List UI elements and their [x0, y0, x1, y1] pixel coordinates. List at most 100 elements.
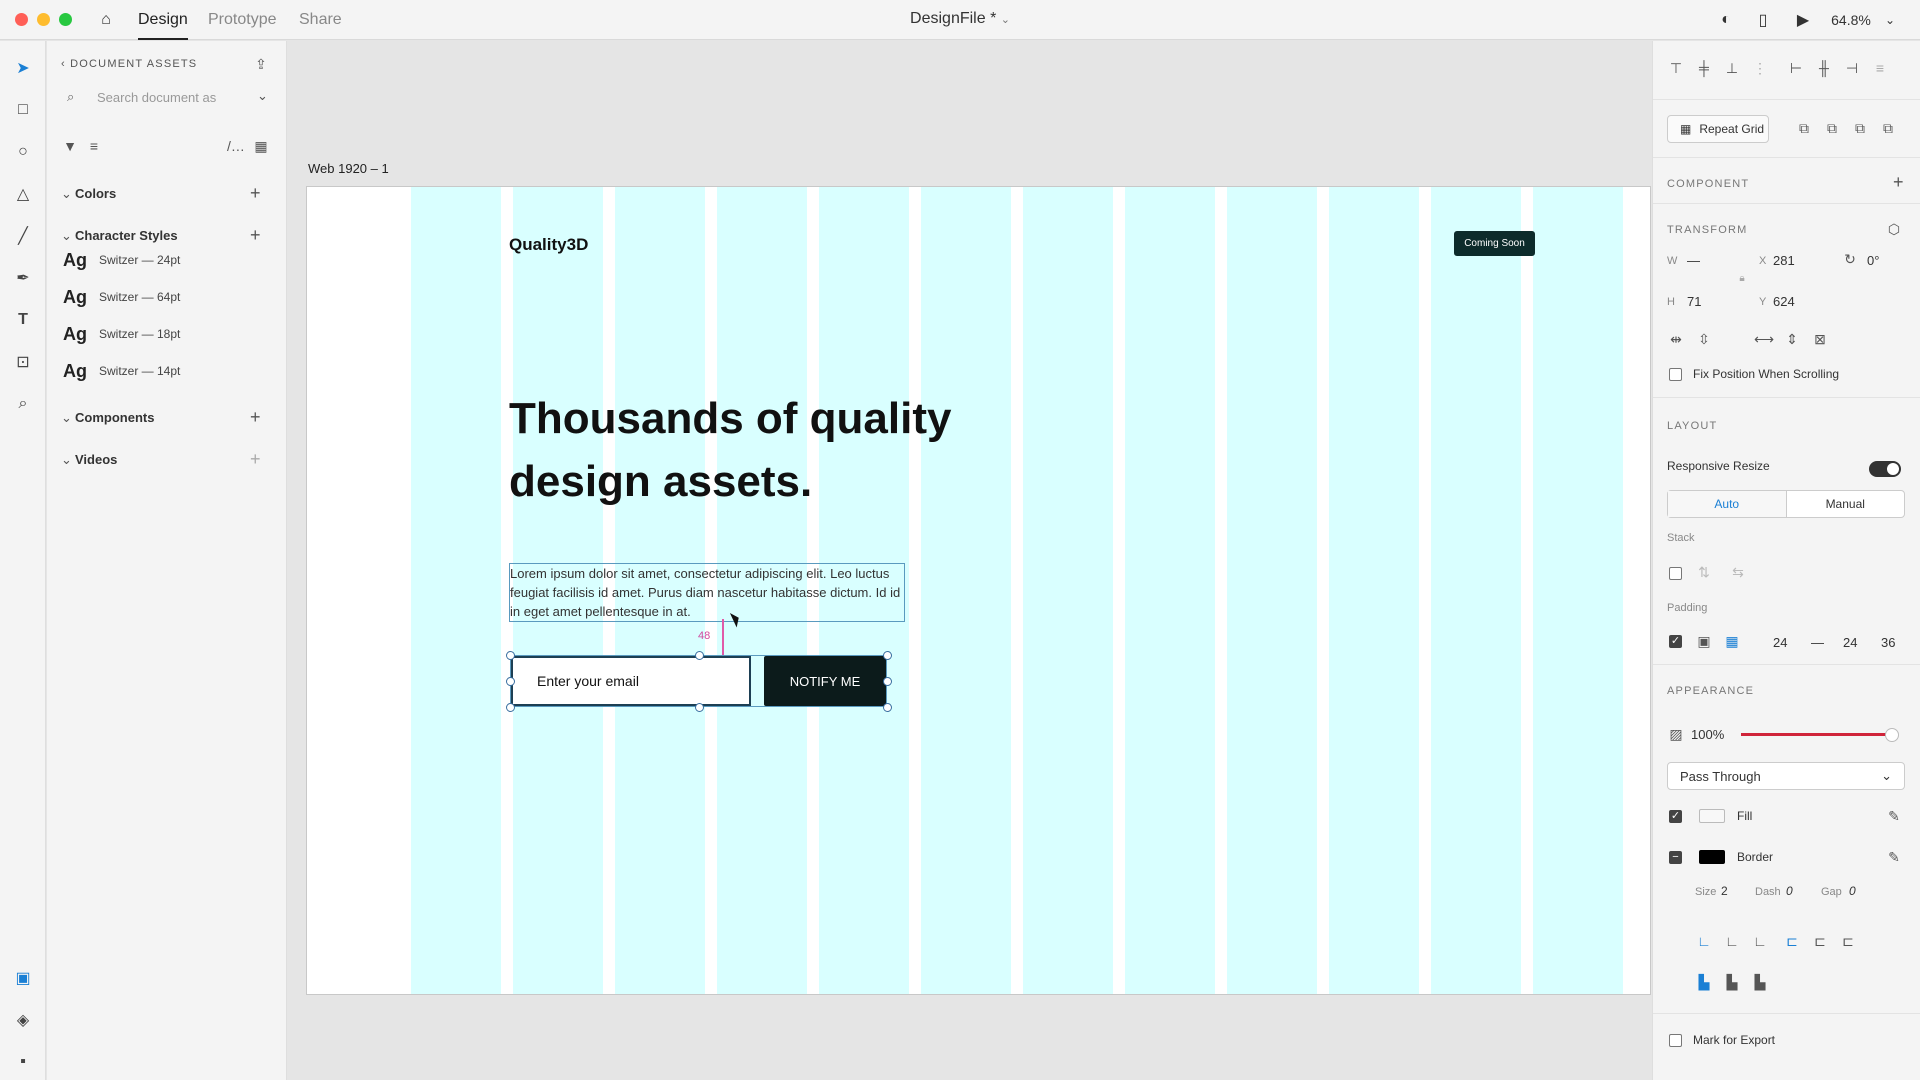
boolean-add-icon[interactable]: ⧉: [1795, 119, 1813, 137]
character-style-item[interactable]: Ag Switzer — 14pt: [63, 358, 180, 384]
join-miter-icon[interactable]: ⊏: [1783, 932, 1801, 950]
rotate-icon[interactable]: ↻: [1841, 250, 1859, 268]
boolean-exclude-icon[interactable]: ⧉: [1879, 119, 1897, 137]
mark-export-checkbox[interactable]: [1669, 1034, 1682, 1047]
auto-option[interactable]: Auto: [1668, 491, 1787, 517]
padding-top-field[interactable]: 24: [1773, 635, 1787, 650]
pen-tool-icon[interactable]: ✒: [12, 267, 34, 289]
eyedropper-icon[interactable]: ✎: [1885, 848, 1903, 866]
resize-handle[interactable]: [506, 677, 515, 686]
hero-body-text[interactable]: Lorem ipsum dolor sit amet, consectetur …: [509, 563, 905, 622]
filter-icon[interactable]: ▼: [61, 137, 79, 155]
distribute-spacing-icon[interactable]: ⟷: [1754, 330, 1774, 348]
sort-icon[interactable]: ≡: [85, 137, 103, 155]
section-character-styles[interactable]: ⌄ Character Styles: [61, 228, 178, 244]
add-color-button[interactable]: +: [250, 184, 261, 202]
dash-field[interactable]: 0: [1786, 884, 1793, 898]
lock-aspect-icon[interactable]: 🔒︎: [1733, 269, 1751, 287]
vertical-spacing-icon[interactable]: ⇕: [1783, 330, 1801, 348]
share-export-icon[interactable]: ⇪: [252, 55, 270, 73]
border-size-field[interactable]: 2: [1721, 884, 1728, 898]
character-style-item[interactable]: Ag Switzer — 18pt: [63, 321, 180, 347]
search-input[interactable]: Search document as: [97, 90, 216, 105]
rotation-field[interactable]: 0°: [1867, 253, 1879, 268]
add-component-button[interactable]: +: [250, 408, 261, 426]
padding-individual-icon[interactable]: ▦: [1723, 632, 1741, 650]
cap-round-icon[interactable]: ▙: [1723, 973, 1741, 991]
search-dropdown-icon[interactable]: ⌄: [257, 88, 268, 104]
boolean-intersect-icon[interactable]: ⧉: [1851, 119, 1869, 137]
fix-position-checkbox[interactable]: [1669, 368, 1682, 381]
rectangle-tool-icon[interactable]: □: [12, 99, 34, 121]
y-field[interactable]: 624: [1773, 294, 1795, 309]
join-bevel-icon[interactable]: ⊏: [1839, 932, 1857, 950]
eyedropper-icon[interactable]: ✎: [1885, 807, 1903, 825]
line-tool-icon[interactable]: ╱: [12, 225, 34, 247]
manual-option[interactable]: Manual: [1787, 491, 1905, 517]
resize-handle[interactable]: [695, 703, 704, 712]
repeat-grid-button[interactable]: ▦ Repeat Grid: [1667, 115, 1769, 143]
border-center-icon[interactable]: ∟: [1751, 932, 1769, 950]
padding-uniform-icon[interactable]: ▣: [1695, 632, 1713, 650]
fill-checkbox[interactable]: ✓: [1669, 810, 1682, 823]
padding-bottom-field[interactable]: 24: [1843, 635, 1857, 650]
document-title[interactable]: DesignFile *: [910, 10, 996, 27]
align-bottom-icon[interactable]: ⊥: [1723, 59, 1741, 77]
height-field[interactable]: 71: [1687, 294, 1701, 309]
resize-handle[interactable]: [883, 677, 892, 686]
plugins-icon[interactable]: ▪: [12, 1051, 34, 1073]
character-style-item[interactable]: Ag Switzer — 24pt: [63, 247, 180, 273]
chevron-down-icon[interactable]: ⌄: [1001, 14, 1010, 26]
add-video-button[interactable]: +: [250, 450, 261, 468]
resize-handle[interactable]: [506, 651, 515, 660]
padding-right-field[interactable]: —: [1811, 635, 1824, 650]
assets-icon[interactable]: ▣: [12, 967, 34, 989]
add-component-plus-button[interactable]: +: [1893, 173, 1904, 191]
character-style-item[interactable]: Ag Switzer — 64pt: [63, 284, 180, 310]
boolean-subtract-icon[interactable]: ⧉: [1823, 119, 1841, 137]
opacity-field[interactable]: 100%: [1691, 727, 1724, 742]
align-center-icon[interactable]: ╫: [1815, 59, 1833, 77]
border-color-swatch[interactable]: [1699, 850, 1725, 864]
opacity-slider[interactable]: [1741, 728, 1899, 742]
polygon-tool-icon[interactable]: △: [12, 183, 34, 205]
align-right-icon[interactable]: ⊣: [1843, 59, 1861, 77]
artboard[interactable]: Quality3D Coming Soon Thousands of quali…: [306, 186, 1651, 995]
artboard-label[interactable]: Web 1920 – 1: [308, 161, 389, 176]
resize-handle[interactable]: [506, 703, 515, 712]
flip-vertical-icon[interactable]: ⇳: [1695, 330, 1713, 348]
coming-soon-badge[interactable]: Coming Soon: [1454, 231, 1535, 256]
section-components[interactable]: ⌄ Components: [61, 410, 154, 426]
x-field[interactable]: 281: [1773, 253, 1795, 268]
search-box[interactable]: ⌕ Search document as ⌄: [61, 85, 271, 111]
join-round-icon[interactable]: ⊏: [1811, 932, 1829, 950]
select-tool-icon[interactable]: ➤: [12, 57, 34, 79]
align-left-icon[interactable]: ⊢: [1787, 59, 1805, 77]
resize-handle[interactable]: [695, 651, 704, 660]
mobile-preview-icon[interactable]: ▯: [1753, 10, 1773, 30]
layers-icon[interactable]: ◈: [12, 1009, 34, 1031]
back-chevron-icon[interactable]: ‹: [61, 58, 66, 70]
stack-vertical-icon[interactable]: ⇅: [1695, 563, 1713, 581]
gap-field[interactable]: 0: [1849, 884, 1856, 898]
fill-color-swatch[interactable]: [1699, 809, 1725, 823]
ellipse-tool-icon[interactable]: ○: [12, 141, 34, 163]
padding-checkbox[interactable]: ✓: [1669, 635, 1682, 648]
resize-handle[interactable]: [883, 651, 892, 660]
hero-headline[interactable]: Thousands of quality design assets.: [509, 387, 1069, 513]
design-canvas[interactable]: Web 1920 – 1 Quality3D Coming Soon Thous…: [288, 41, 1651, 1080]
align-top-icon[interactable]: ⊤: [1667, 59, 1685, 77]
cap-butt-icon[interactable]: ▙: [1695, 973, 1713, 991]
distribute-vertical-icon[interactable]: ⋮: [1751, 59, 1769, 77]
border-inner-icon[interactable]: ∟: [1695, 932, 1713, 950]
cube-icon[interactable]: ⬡: [1885, 220, 1903, 238]
stack-horizontal-icon[interactable]: ⇆: [1729, 563, 1747, 581]
zoom-dropdown-icon[interactable]: ⌄: [1880, 10, 1900, 30]
stack-checkbox[interactable]: [1669, 567, 1682, 580]
user-icon[interactable]: ◐: [1716, 10, 1736, 30]
width-field[interactable]: —: [1687, 253, 1700, 268]
align-middle-icon[interactable]: ╪: [1695, 59, 1713, 77]
artboard-tool-icon[interactable]: ⊡: [12, 351, 34, 373]
text-tool-icon[interactable]: T: [12, 309, 34, 331]
blend-mode-dropdown[interactable]: Pass Through ⌄: [1667, 762, 1905, 790]
